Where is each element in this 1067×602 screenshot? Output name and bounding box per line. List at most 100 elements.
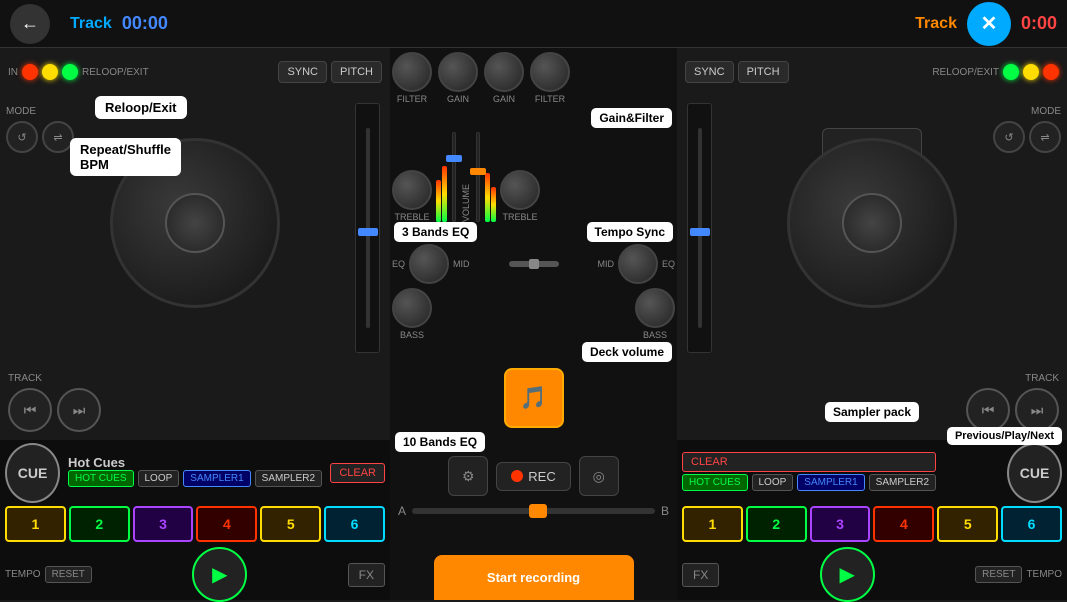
right-reset-btn[interactable]: RESET (975, 566, 1022, 583)
filter-right-knob[interactable] (530, 52, 570, 92)
treble-right-knob[interactable] (500, 170, 540, 210)
right-mode-btn-shuffle[interactable]: ⇌ (1029, 121, 1061, 153)
left-hc-2[interactable]: 2 (69, 506, 130, 542)
volume-fader-left[interactable] (450, 132, 458, 222)
right-hc-1[interactable]: 1 (682, 506, 743, 542)
pitch-btn-left[interactable]: PITCH (331, 61, 382, 83)
left-fx-btn[interactable]: FX (348, 563, 385, 587)
crossfader-track[interactable] (412, 508, 655, 514)
left-hotcue-tabs: HOT CUES LOOP SAMPLER1 SAMPLER2 (68, 470, 322, 487)
out-led-right[interactable] (1023, 64, 1039, 80)
left-hotcues-label: Hot Cues (68, 455, 322, 470)
tooltips-row: 3 Bands EQ Tempo Sync (390, 222, 677, 242)
gain-left-group: GAIN (438, 52, 478, 104)
right-tab-sampler2[interactable]: SAMPLER2 (869, 474, 936, 491)
bass-right-knob[interactable] (635, 288, 675, 328)
mixer-column: FILTER GAIN GAIN FILTER Gain&Filter (390, 48, 677, 600)
volume-fader-right[interactable] (474, 132, 482, 222)
mid-left-knob[interactable] (409, 244, 449, 284)
in-led-right[interactable] (1043, 64, 1059, 80)
gain-left-knob[interactable] (438, 52, 478, 92)
left-pitch-slider[interactable] (355, 103, 380, 353)
sample-button[interactable]: 🎵 (504, 368, 564, 428)
left-hc-6[interactable]: 6 (324, 506, 385, 542)
left-play-btn[interactable]: ▶ (192, 547, 247, 602)
out-led-left[interactable] (42, 64, 58, 80)
start-recording-bar[interactable]: Start recording (434, 555, 634, 600)
right-tab-loop[interactable]: LOOP (752, 474, 794, 491)
right-hc-4[interactable]: 4 (873, 506, 934, 542)
bass-left-knob[interactable] (392, 288, 432, 328)
vol-handle-left[interactable] (446, 155, 462, 162)
right-pitch-slider[interactable] (687, 103, 712, 353)
reloop-led-right[interactable] (1003, 64, 1019, 80)
mid-row: EQ MID MID EQ (390, 242, 677, 286)
right-mode-btn-repeat[interactable]: ↺ (993, 121, 1025, 153)
sync-btn-right[interactable]: SYNC (685, 61, 734, 83)
tooltip-tempo-sync: Tempo Sync (587, 222, 673, 242)
gain-right-label: GAIN (493, 94, 515, 104)
eq-right-label: EQ (662, 259, 675, 269)
target-tool-btn[interactable]: ◎ (579, 456, 619, 496)
right-tab-sampler1[interactable]: SAMPLER1 (797, 474, 864, 491)
right-hc-3[interactable]: 3 (810, 506, 871, 542)
right-bottom-row: FX ▶ RESET TEMPO (682, 547, 1062, 602)
left-mode-btn-repeat[interactable]: ↺ (6, 121, 38, 153)
left-tab-sampler1[interactable]: SAMPLER1 (183, 470, 250, 487)
right-cue-btn[interactable]: CUE (1007, 443, 1062, 503)
rec-dot (511, 470, 523, 482)
right-next-track-btn[interactable]: ⏭ (1015, 388, 1059, 432)
tooltip-deck-volume: Deck volume (582, 342, 672, 362)
tooltip-gain-filter: Gain&Filter (591, 108, 672, 128)
right-hotcue-grid: 1 2 3 4 5 6 (682, 506, 1062, 542)
mid-right-knob[interactable] (618, 244, 658, 284)
left-cue-btn[interactable]: CUE (5, 443, 60, 503)
eq-tool-btn[interactable]: ⚙ (448, 456, 488, 496)
left-jog-inner (165, 193, 225, 253)
treble-left-knob[interactable] (392, 170, 432, 210)
right-play-btn[interactable]: ▶ (820, 547, 875, 602)
right-fx-btn[interactable]: FX (682, 563, 719, 587)
back-button[interactable]: ← (10, 4, 50, 44)
left-hc-4[interactable]: 4 (196, 506, 257, 542)
left-prev-track-btn[interactable]: ⏮ (8, 388, 52, 432)
left-hc-1[interactable]: 1 (5, 506, 66, 542)
vol-handle-right[interactable] (470, 168, 486, 175)
left-track-controls: TRACK ⏮ ⏭ (8, 373, 101, 432)
left-next-track-btn[interactable]: ⏭ (57, 388, 101, 432)
rec-btn[interactable]: REC (496, 462, 570, 491)
left-reset-btn[interactable]: RESET (45, 566, 92, 583)
music-note-icon: 🎵 (520, 385, 547, 411)
right-pitch-handle[interactable] (690, 228, 710, 236)
sync-btn-left[interactable]: SYNC (278, 61, 327, 83)
right-deck: SYNC PITCH RELOOP/EXIT MODE ↺ ⇌ (677, 48, 1067, 600)
right-prev-track-btn[interactable]: ⏮ (966, 388, 1010, 432)
right-tab-hotcues[interactable]: HOT CUES (682, 474, 748, 491)
left-tab-sampler2[interactable]: SAMPLER2 (255, 470, 322, 487)
tooltip-sampler-pack: Sampler pack (825, 402, 919, 422)
left-pitch-handle[interactable] (358, 228, 378, 236)
right-jog-wheel[interactable] (787, 138, 957, 308)
right-hotcue-tabs: HOT CUES LOOP SAMPLER1 SAMPLER2 (682, 474, 936, 491)
main-area: IN RELOOP/EXIT SYNC PITCH Reloop/Exit MO… (0, 48, 1067, 600)
close-button[interactable]: ✕ (967, 2, 1011, 46)
pitch-btn-right[interactable]: PITCH (738, 61, 789, 83)
left-deck: IN RELOOP/EXIT SYNC PITCH Reloop/Exit MO… (0, 48, 390, 600)
right-clear-btn[interactable]: CLEAR (682, 452, 936, 472)
bass-left-group: BASS (392, 288, 432, 340)
eq-mid-fader[interactable] (509, 261, 559, 267)
reloop-led-left[interactable] (62, 64, 78, 80)
crossfader-handle[interactable] (529, 504, 547, 518)
left-hc-3[interactable]: 3 (133, 506, 194, 542)
left-tab-hotcues[interactable]: HOT CUES (68, 470, 134, 487)
left-tab-loop[interactable]: LOOP (138, 470, 180, 487)
in-led-left[interactable] (22, 64, 38, 80)
eq-mid-handle[interactable] (529, 259, 539, 269)
left-hc-5[interactable]: 5 (260, 506, 321, 542)
gain-right-knob[interactable] (484, 52, 524, 92)
right-hc-2[interactable]: 2 (746, 506, 807, 542)
left-clear-btn[interactable]: CLEAR (330, 463, 385, 483)
filter-left-knob[interactable] (392, 52, 432, 92)
right-hc-5[interactable]: 5 (937, 506, 998, 542)
right-hc-6[interactable]: 6 (1001, 506, 1062, 542)
